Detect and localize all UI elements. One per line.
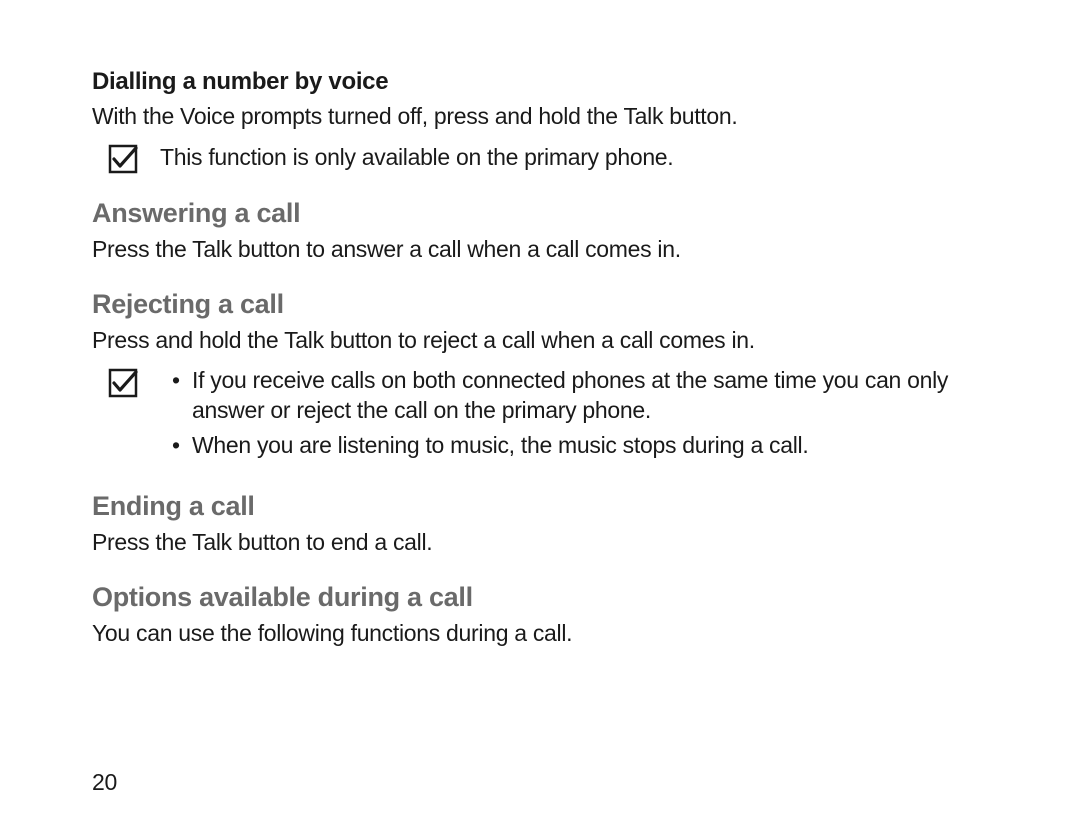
- checkmark-icon: [108, 144, 138, 174]
- rejecting-note-block: If you receive calls on both connected p…: [92, 366, 988, 468]
- ending-heading: Ending a call: [92, 491, 988, 522]
- dialling-heading: Dialling a number by voice: [92, 68, 988, 96]
- answering-heading: Answering a call: [92, 198, 988, 229]
- list-item: When you are listening to music, the mus…: [178, 431, 988, 461]
- rejecting-text: Press and hold the Talk button to reject…: [92, 326, 988, 356]
- options-text: You can use the following functions duri…: [92, 619, 988, 649]
- checkmark-icon: [108, 368, 138, 398]
- manual-page: Dialling a number by voice With the Voic…: [0, 0, 1080, 840]
- rejecting-note-list: If you receive calls on both connected p…: [160, 366, 988, 468]
- rejecting-heading: Rejecting a call: [92, 289, 988, 320]
- answering-text: Press the Talk button to answer a call w…: [92, 235, 988, 265]
- page-number: 20: [92, 769, 117, 796]
- dialling-text: With the Voice prompts turned off, press…: [92, 102, 988, 132]
- options-heading: Options available during a call: [92, 582, 988, 613]
- list-item: If you receive calls on both connected p…: [178, 366, 988, 426]
- dialling-note-text: This function is only available on the p…: [160, 143, 673, 173]
- dialling-note-block: This function is only available on the p…: [92, 142, 988, 174]
- ending-text: Press the Talk button to end a call.: [92, 528, 988, 558]
